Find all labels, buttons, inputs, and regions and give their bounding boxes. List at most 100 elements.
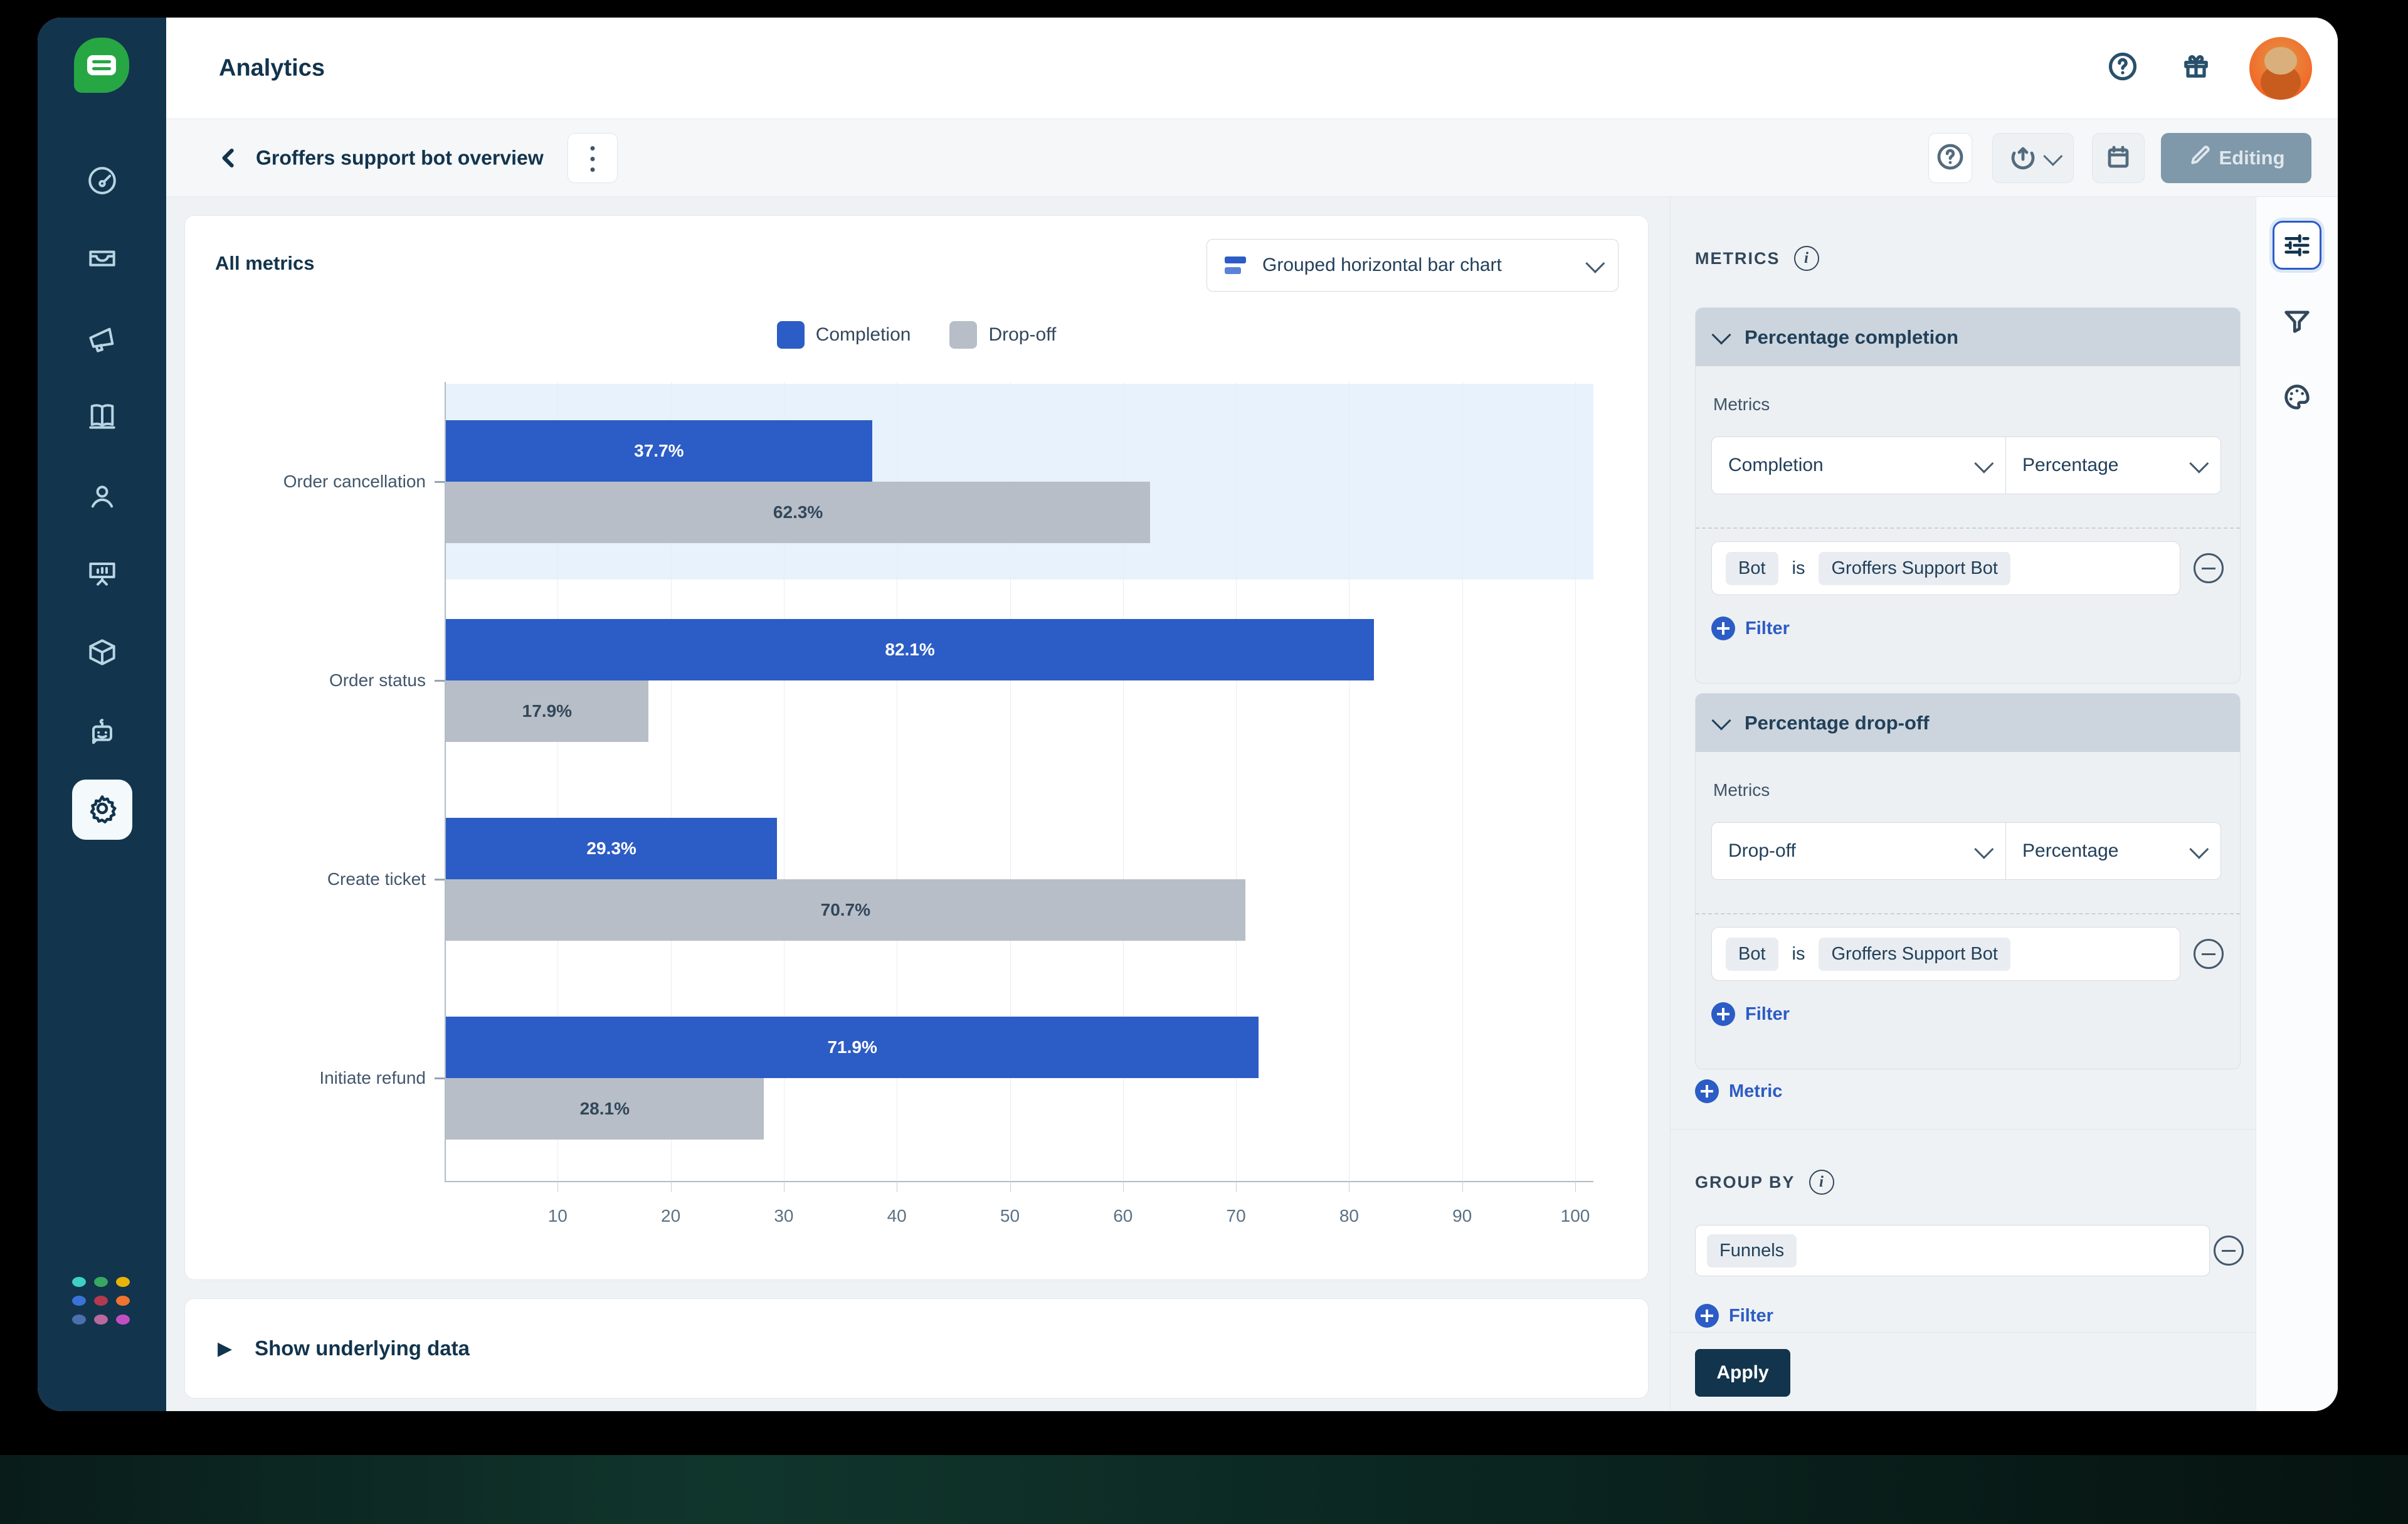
whats-new-button[interactable]	[2176, 48, 2216, 88]
add-metric-link[interactable]: Metric	[1695, 1079, 1782, 1103]
sliders-icon	[2281, 228, 2313, 263]
filter-operator[interactable]: is	[1792, 944, 1805, 965]
export-button[interactable]	[1992, 133, 2074, 183]
sidebar-item-contacts[interactable]	[82, 477, 122, 517]
gridline	[1575, 382, 1576, 1181]
legend-item[interactable]: Drop-off	[949, 321, 1056, 349]
axis-tick-label: 60	[1113, 1206, 1133, 1225]
add-filter-link[interactable]: Filter	[1711, 616, 1790, 640]
metric-select[interactable]: Completion	[1711, 437, 2006, 494]
plus-circle-icon	[1711, 1002, 1735, 1026]
apply-button[interactable]: Apply	[1695, 1349, 1790, 1397]
bar-drop-off[interactable]: 62.3%	[446, 482, 1151, 543]
bar-completion[interactable]: 71.9%	[446, 1017, 1259, 1078]
back-button[interactable]	[215, 144, 243, 172]
axis-tick	[1575, 1181, 1576, 1192]
sidebar-item-campaigns[interactable]	[82, 320, 122, 361]
app-grid-dot	[93, 1315, 108, 1325]
section-header[interactable]: Percentage completion	[1696, 308, 2240, 366]
sidebar-item-dashboard[interactable]	[82, 162, 122, 202]
gridline	[1462, 382, 1463, 1181]
appearance-button[interactable]	[2273, 374, 2321, 423]
axis-tick-label: 50	[1000, 1206, 1020, 1225]
axis-tick	[1010, 1181, 1011, 1192]
plus-circle-icon	[1711, 616, 1735, 640]
app-logo[interactable]	[74, 38, 129, 93]
group-by-value-chip[interactable]: Funnels	[1707, 1234, 1797, 1267]
remove-filter-button[interactable]	[2194, 939, 2224, 969]
editing-button[interactable]: Editing	[2161, 133, 2311, 183]
sidebar-item-reports[interactable]	[82, 554, 122, 594]
sidebar-item-bots[interactable]	[82, 714, 122, 754]
report-menu-button[interactable]	[568, 133, 618, 183]
add-filter-link[interactable]: Filter	[1711, 1002, 1790, 1026]
legend-item[interactable]: Completion	[776, 321, 911, 349]
filter-operator[interactable]: is	[1792, 558, 1805, 579]
section-header[interactable]: Percentage drop-off	[1696, 694, 2240, 752]
sidebar-item-products[interactable]	[82, 633, 122, 674]
divider	[1696, 913, 2240, 914]
category-label: Initiate refund	[319, 1068, 426, 1087]
group-by-add-filter-link[interactable]: Filter	[1695, 1304, 1773, 1328]
chevron-down-icon	[1711, 710, 1731, 731]
export-icon	[2008, 142, 2038, 175]
aggregation-select[interactable]: Percentage	[2006, 822, 2221, 880]
bar-drop-off[interactable]: 28.1%	[446, 1078, 764, 1140]
remove-group-by-button[interactable]	[2214, 1236, 2244, 1266]
filter-value-chip[interactable]: Groffers Support Bot	[1819, 551, 2010, 585]
avatar[interactable]	[2249, 36, 2312, 100]
chart-type-label: Grouped horizontal bar chart	[1262, 255, 1502, 275]
metric-section-percentage-completion: Percentage completion Metrics Completion…	[1695, 307, 2241, 684]
bar-completion[interactable]: 29.3%	[446, 818, 778, 879]
axis-tick-label: 100	[1560, 1206, 1590, 1225]
content-area: All metrics Grouped horizontal bar chart…	[166, 197, 2338, 1411]
bar-value-label: 82.1%	[885, 640, 935, 659]
bar-completion[interactable]: 82.1%	[446, 619, 1375, 680]
info-icon[interactable]: i	[1809, 1170, 1834, 1195]
axis-tick-label: 10	[547, 1206, 568, 1225]
bar-value-label: 62.3%	[773, 502, 823, 522]
metric-select[interactable]: Drop-off	[1711, 822, 2006, 880]
main-area: Analytics Groffers support bot overview	[166, 18, 2338, 1411]
chart-type-dropdown[interactable]: Grouped horizontal bar chart	[1207, 239, 1619, 292]
report-help-button[interactable]	[1928, 133, 1972, 183]
group-by-input[interactable]: Funnels	[1695, 1225, 2210, 1276]
sidebar-item-settings[interactable]	[71, 780, 132, 840]
app-grid-dot	[93, 1277, 108, 1287]
app-switcher[interactable]	[71, 1277, 132, 1330]
filter-field-chip[interactable]: Bot	[1726, 551, 1778, 585]
bar-value-label: 17.9%	[522, 701, 573, 721]
bar-drop-off[interactable]: 70.7%	[446, 879, 1245, 941]
show-underlying-data[interactable]: ▶ Show underlying data	[184, 1298, 1649, 1399]
sidebar-item-inbox[interactable]	[82, 239, 122, 279]
group-by-header: GROUP BY i	[1695, 1170, 1834, 1195]
app-grid-dot	[71, 1296, 86, 1306]
bar-value-label: 28.1%	[579, 1099, 630, 1118]
plus-circle-icon	[1695, 1079, 1719, 1103]
bar-completion[interactable]: 37.7%	[446, 420, 872, 482]
metric-section-percentage-drop-off: Percentage drop-off Metrics Drop-off Per…	[1695, 693, 2241, 1069]
section-title: Percentage drop-off	[1745, 711, 1930, 734]
filter-condition[interactable]: Bot is Groffers Support Bot	[1711, 541, 2180, 595]
remove-filter-button[interactable]	[2194, 553, 2224, 583]
axis-tick-label: 90	[1452, 1206, 1472, 1225]
filter-value-chip[interactable]: Groffers Support Bot	[1819, 937, 2010, 971]
chart-legend: Completion Drop-off	[185, 321, 1648, 349]
axis-tick-label: 40	[887, 1206, 907, 1225]
divider	[1671, 1129, 2256, 1130]
filter-field-chip[interactable]: Bot	[1726, 937, 1778, 971]
sidebar-item-knowledge-base[interactable]	[82, 397, 122, 437]
axis-tick-label: 20	[661, 1206, 681, 1225]
help-button[interactable]	[2103, 48, 2143, 88]
info-icon[interactable]: i	[1793, 246, 1819, 271]
logo-glyph	[87, 55, 116, 75]
filters-button[interactable]	[2273, 297, 2321, 346]
gift-icon	[2180, 50, 2212, 86]
metrics-panel: METRICS i Percentage completion Metrics …	[1670, 197, 2256, 1411]
configure-metrics-button[interactable]	[2273, 221, 2321, 270]
date-range-button[interactable]	[2092, 133, 2145, 183]
aggregation-select[interactable]: Percentage	[2006, 437, 2221, 494]
editing-label: Editing	[2219, 147, 2285, 169]
filter-condition[interactable]: Bot is Groffers Support Bot	[1711, 927, 2180, 981]
bar-drop-off[interactable]: 17.9%	[446, 680, 648, 742]
